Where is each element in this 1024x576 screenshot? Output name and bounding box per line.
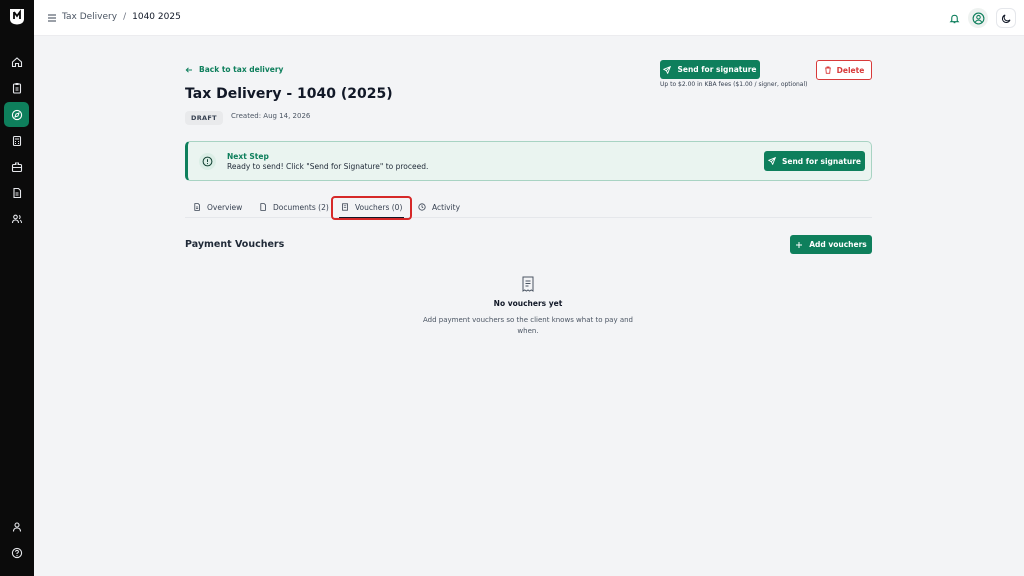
next-step-send-button[interactable]: Send for signature (764, 151, 865, 171)
moon-icon (1001, 14, 1010, 23)
document-icon (194, 203, 200, 211)
breadcrumb-separator: / (123, 12, 127, 22)
created-date: Created: Aug 14, 2026 (231, 112, 311, 120)
breadcrumb-current: 1040 2025 (132, 12, 181, 22)
breadcrumb: Tax Delivery / 1040 2025 (62, 12, 181, 22)
next-step-title: Next Step (227, 152, 269, 161)
next-step-banner: Next Step Ready to send! Click "Send for… (185, 141, 872, 181)
section-title: Payment Vouchers (185, 239, 285, 250)
kba-fee-note: Up to $2.00 in KBA fees ($1.00 / signer,… (660, 81, 808, 88)
user-icon[interactable] (7, 517, 27, 537)
send-for-signature-button[interactable]: Send for signature (660, 60, 760, 79)
clock-icon (418, 203, 426, 211)
breadcrumb-tax-delivery[interactable]: Tax Delivery (62, 12, 117, 22)
back-link-label: Back to tax delivery (199, 65, 284, 74)
tab-vouchers-label: Vouchers (0) (355, 202, 403, 212)
send-for-signature-label: Send for signature (677, 65, 757, 74)
alert-icon (199, 153, 216, 170)
tab-documents-label: Documents (2) (273, 202, 329, 212)
avatar[interactable] (968, 8, 988, 28)
receipt-icon (342, 203, 348, 211)
status-badge: DRAFT (185, 111, 223, 125)
trash-icon (824, 66, 831, 74)
empty-state-description: Add payment vouchers so the client knows… (422, 316, 634, 335)
user-circle-icon (972, 12, 984, 24)
tab-activity-label: Activity (432, 202, 461, 212)
delete-button[interactable]: Delete (816, 60, 872, 80)
page-title: Tax Delivery - 1040 (2025) (185, 86, 393, 102)
back-link[interactable]: Back to tax delivery (185, 65, 283, 74)
arrow-left-icon (185, 66, 192, 73)
tab-vouchers[interactable]: Vouchers (0) (338, 196, 405, 219)
tab-bar: Overview Documents (2) Vouchers (0) Acti… (185, 196, 872, 219)
send-icon (663, 65, 672, 74)
compass-icon[interactable] (4, 102, 29, 127)
plus-icon (796, 241, 803, 248)
calculator-icon[interactable] (7, 131, 27, 151)
add-vouchers-label: Add vouchers (809, 240, 867, 249)
next-step-text: Ready to send! Click "Send for Signature… (227, 162, 429, 171)
file-icon (260, 203, 266, 211)
home-icon[interactable] (7, 52, 27, 72)
users-icon[interactable] (7, 209, 27, 229)
tab-activity[interactable]: Activity (418, 196, 460, 218)
tab-documents[interactable]: Documents (2) (259, 196, 329, 218)
document-icon[interactable] (7, 183, 27, 203)
sidebar (0, 0, 34, 576)
app-logo-icon[interactable] (9, 8, 25, 25)
delete-label: Delete (836, 65, 865, 75)
tab-overview-label: Overview (207, 202, 243, 212)
receipt-icon (522, 276, 534, 292)
add-vouchers-button[interactable]: Add vouchers (790, 235, 872, 254)
send-icon (767, 157, 776, 165)
tab-overview[interactable]: Overview (193, 196, 242, 218)
notifications-button[interactable] (944, 8, 964, 28)
bell-icon (949, 14, 959, 23)
clipboard-icon[interactable] (7, 78, 27, 98)
empty-state-title: No vouchers yet (493, 299, 563, 308)
menu-icon[interactable] (47, 13, 57, 23)
help-icon[interactable] (7, 543, 27, 563)
next-step-send-label: Send for signature (781, 156, 862, 166)
theme-toggle-button[interactable] (996, 8, 1016, 28)
top-bar: Tax Delivery / 1040 2025 (34, 0, 1024, 36)
briefcase-icon[interactable] (7, 157, 27, 177)
